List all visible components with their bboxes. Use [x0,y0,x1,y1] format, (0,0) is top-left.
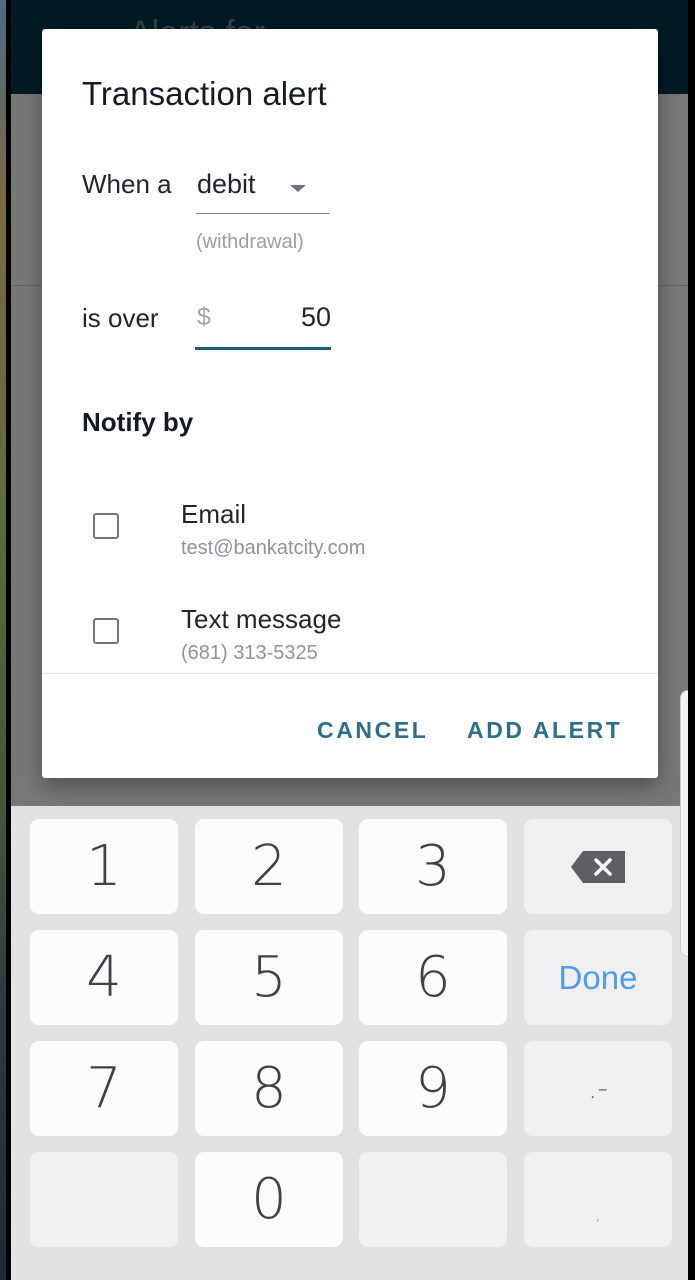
currency-symbol: $ [197,303,211,331]
key-7[interactable]: 7 [30,1041,178,1136]
cancel-button[interactable]: CANCEL [311,713,434,748]
key-6[interactable]: 6 [359,930,507,1025]
over-label: is over [82,303,159,333]
wallpaper-edge [0,0,6,1280]
blank-key-left[interactable] [30,1152,178,1247]
amount-input[interactable] [231,302,331,333]
blank-key-middle[interactable] [359,1152,507,1247]
edge-panel-handle[interactable] [680,690,688,957]
key-8[interactable]: 8 [195,1041,343,1136]
phone-screen: Alerts for Transaction alert When a debi… [11,0,688,1280]
notify-option-email[interactable]: Email test@bankatcity.com [42,489,658,569]
comma-key[interactable]: , [524,1152,672,1247]
option-title: Email [181,499,247,529]
dropdown-arrow-icon [290,185,306,192]
backspace-icon [571,850,625,883]
key-2[interactable]: 2 [195,819,343,914]
key-1[interactable]: 1 [30,819,178,914]
text-message-checkbox[interactable] [93,618,119,644]
option-subtitle: (681) 313-5325 [181,642,318,664]
numeric-keyboard: 1 2 3 4 5 6 Done 7 8 9 .- 0 , [11,806,688,1280]
notify-option-text-message[interactable]: Text message (681) 313-5325 [42,594,658,674]
dot-minus-key[interactable]: .- [524,1041,672,1136]
key-9[interactable]: 9 [359,1041,507,1136]
email-checkbox[interactable] [93,513,119,539]
key-4[interactable]: 4 [30,930,178,1025]
transaction-type-dropdown[interactable]: debit [196,169,330,214]
key-5[interactable]: 5 [195,930,343,1025]
done-key[interactable]: Done [524,930,672,1025]
actions-divider [42,673,658,674]
transaction-type-hint: (withdrawal) [196,231,304,253]
option-subtitle: test@bankatcity.com [181,537,366,559]
when-label: When a [82,169,172,199]
key-0[interactable]: 0 [195,1152,343,1247]
backspace-key[interactable] [524,819,672,914]
option-title: Text message [181,604,342,634]
transaction-alert-dialog: Transaction alert When a debit (withdraw… [42,29,658,778]
add-alert-button[interactable]: ADD ALERT [461,713,628,748]
dialog-title: Transaction alert [82,75,327,112]
amount-field[interactable]: $ [195,301,331,350]
notify-by-heading: Notify by [82,407,194,437]
key-3[interactable]: 3 [359,819,507,914]
transaction-type-value: debit [197,169,256,199]
